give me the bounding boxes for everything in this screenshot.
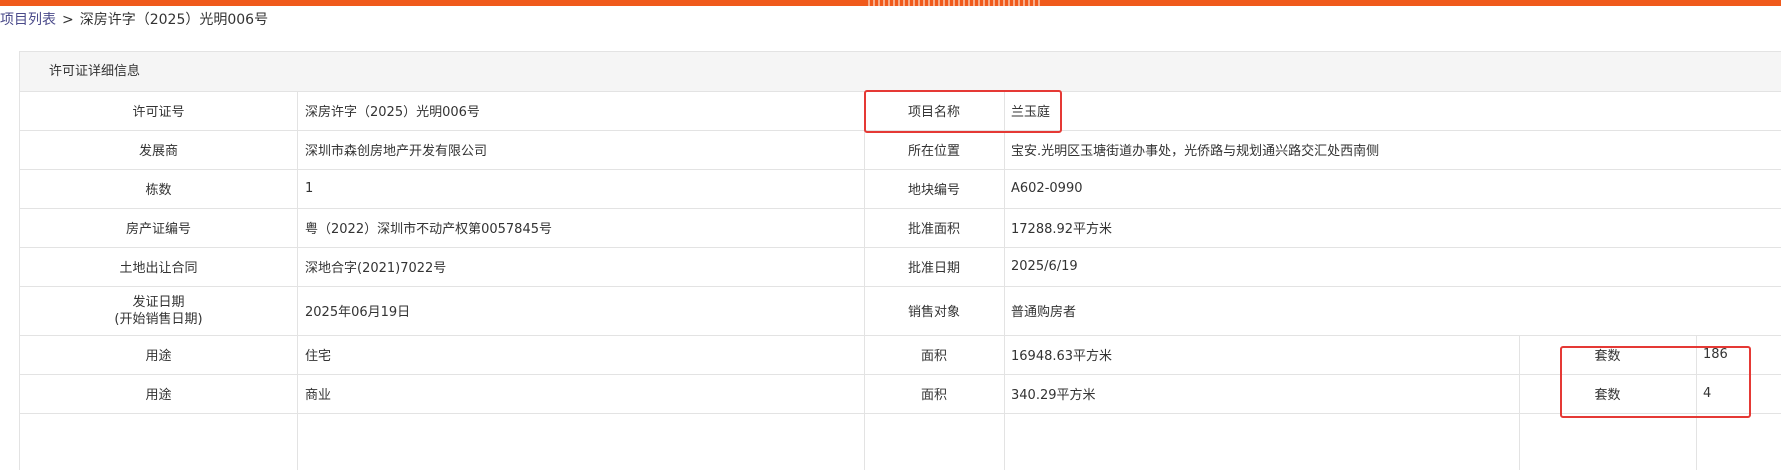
value-area: 16948.63平方米 xyxy=(1011,349,1113,364)
label-area: 面积 xyxy=(920,388,947,403)
value-plot-number: A602-0990 xyxy=(1011,181,1083,196)
label-permit-number: 许可证号 xyxy=(132,105,185,120)
panel-title: 许可证详细信息 xyxy=(49,64,141,79)
label-approval-date: 批准日期 xyxy=(907,261,960,276)
column-divider xyxy=(297,91,298,470)
label-issue-date-line2: (开始销售日期) xyxy=(114,311,203,327)
value-developer: 深圳市森创房地产开发有限公司 xyxy=(305,144,488,159)
label-developer: 发展商 xyxy=(138,144,178,159)
label-sales-target: 销售对象 xyxy=(907,305,960,320)
row-divider xyxy=(20,413,1781,414)
breadcrumb-link-project-list[interactable]: 项目列表 xyxy=(0,12,56,28)
label-area: 面积 xyxy=(920,349,947,364)
label-usage: 用途 xyxy=(145,388,172,403)
label-building-count: 栋数 xyxy=(145,183,172,198)
value-usage: 住宅 xyxy=(305,349,332,364)
panel-header: 许可证详细信息 xyxy=(20,52,1781,92)
value-permit-number: 深房许字（2025）光明006号 xyxy=(305,105,480,120)
column-divider xyxy=(1004,91,1005,470)
value-approval-date: 2025/6/19 xyxy=(1011,259,1078,274)
label-location: 所在位置 xyxy=(907,144,960,159)
label-plot-number: 地块编号 xyxy=(907,183,960,198)
value-area: 340.29平方米 xyxy=(1011,388,1096,403)
value-approved-area: 17288.92平方米 xyxy=(1011,222,1113,237)
highlight-box-project-name xyxy=(864,90,1062,133)
value-building-count: 1 xyxy=(305,181,314,196)
label-land-contract: 土地出让合同 xyxy=(119,261,198,276)
highlight-box-unit-count xyxy=(1560,346,1751,418)
breadcrumb-current: 深房许字（2025）光明006号 xyxy=(79,12,269,28)
value-project-name: 兰玉庭 xyxy=(1011,105,1051,120)
label-approved-area: 批准面积 xyxy=(907,222,960,237)
label-issue-date: 发证日期 (开始销售日期) xyxy=(20,286,297,335)
value-location: 宝安.光明区玉塘街道办事处，光侨路与规划通兴路交汇处西南侧 xyxy=(1011,144,1380,159)
top-bar-tab xyxy=(868,0,1040,6)
label-property-cert: 房产证编号 xyxy=(125,222,191,237)
breadcrumb-separator: > xyxy=(62,12,74,28)
value-land-contract: 深地合字(2021)7022号 xyxy=(305,261,447,276)
label-issue-date-line1: 发证日期 xyxy=(132,294,185,310)
breadcrumb: 项目列表 > 深房许字（2025）光明006号 xyxy=(0,9,268,31)
value-issue-date: 2025年06月19日 xyxy=(305,305,411,320)
value-sales-target: 普通购房者 xyxy=(1011,305,1077,320)
value-property-cert: 粤（2022）深圳市不动产权第0057845号 xyxy=(305,222,552,237)
label-usage: 用途 xyxy=(145,349,172,364)
value-usage: 商业 xyxy=(305,388,332,403)
top-accent-bar xyxy=(0,0,1781,6)
